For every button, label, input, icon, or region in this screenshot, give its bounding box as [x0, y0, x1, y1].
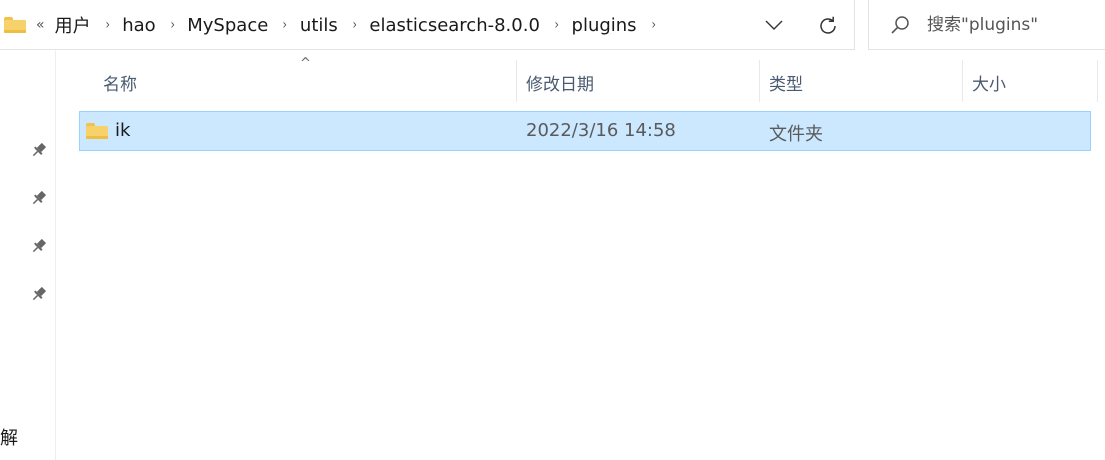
column-header-name[interactable]: 名称 [103, 70, 137, 95]
breadcrumb-separator[interactable]: › [554, 17, 558, 33]
search-box[interactable] [868, 0, 1105, 50]
column-divider[interactable] [1097, 60, 1098, 102]
breadcrumb-item-utils[interactable]: utils [300, 15, 338, 36]
breadcrumb: « 用户 › hao › MySpace › utils › elasticse… [0, 0, 668, 50]
column-header-size[interactable]: 大小 [972, 70, 1006, 95]
sort-ascending-icon: ^ [300, 56, 311, 71]
pin-icon[interactable] [30, 237, 48, 255]
address-bar[interactable]: « 用户 › hao › MySpace › utils › elasticse… [0, 0, 855, 50]
column-divider[interactable] [516, 60, 517, 102]
search-icon [889, 14, 911, 40]
folder-icon [86, 123, 108, 139]
search-input[interactable] [927, 12, 1097, 38]
breadcrumb-item-plugins[interactable]: plugins [572, 15, 637, 36]
column-divider[interactable] [759, 60, 760, 102]
file-modified-date: 2022/3/16 14:58 [526, 120, 676, 141]
file-row[interactable]: ik 2022/3/16 14:58 文件夹 [79, 111, 1091, 151]
pin-icon[interactable] [30, 189, 48, 207]
breadcrumb-separator[interactable]: › [170, 17, 174, 33]
column-divider[interactable] [962, 60, 963, 102]
breadcrumb-separator[interactable]: › [283, 17, 287, 33]
file-name[interactable]: ik [115, 120, 130, 141]
breadcrumb-item-myspace[interactable]: MySpace [187, 15, 268, 36]
file-type: 文件夹 [769, 124, 823, 145]
breadcrumb-separator[interactable]: › [352, 17, 356, 33]
overflow-chevron[interactable]: « [36, 17, 45, 33]
column-header-row: ^ 名称 修改日期 类型 大小 [79, 56, 1099, 102]
chevron-down-icon[interactable] [762, 13, 786, 37]
breadcrumb-item-users[interactable]: 用户 [55, 12, 91, 38]
folder-icon [4, 17, 26, 33]
breadcrumb-item-hao[interactable]: hao [122, 15, 155, 36]
column-header-type[interactable]: 类型 [769, 70, 803, 95]
nav-item-label-partial[interactable]: 解 [0, 424, 18, 450]
column-header-modified[interactable]: 修改日期 [526, 70, 594, 95]
breadcrumb-item-elasticsearch[interactable]: elasticsearch-8.0.0 [369, 15, 540, 36]
breadcrumb-separator[interactable]: › [105, 17, 109, 33]
pin-icon[interactable] [30, 141, 48, 159]
pin-icon[interactable] [30, 285, 48, 303]
navigation-pane [0, 51, 56, 460]
breadcrumb-separator[interactable]: › [651, 17, 655, 33]
refresh-icon[interactable] [815, 13, 841, 39]
